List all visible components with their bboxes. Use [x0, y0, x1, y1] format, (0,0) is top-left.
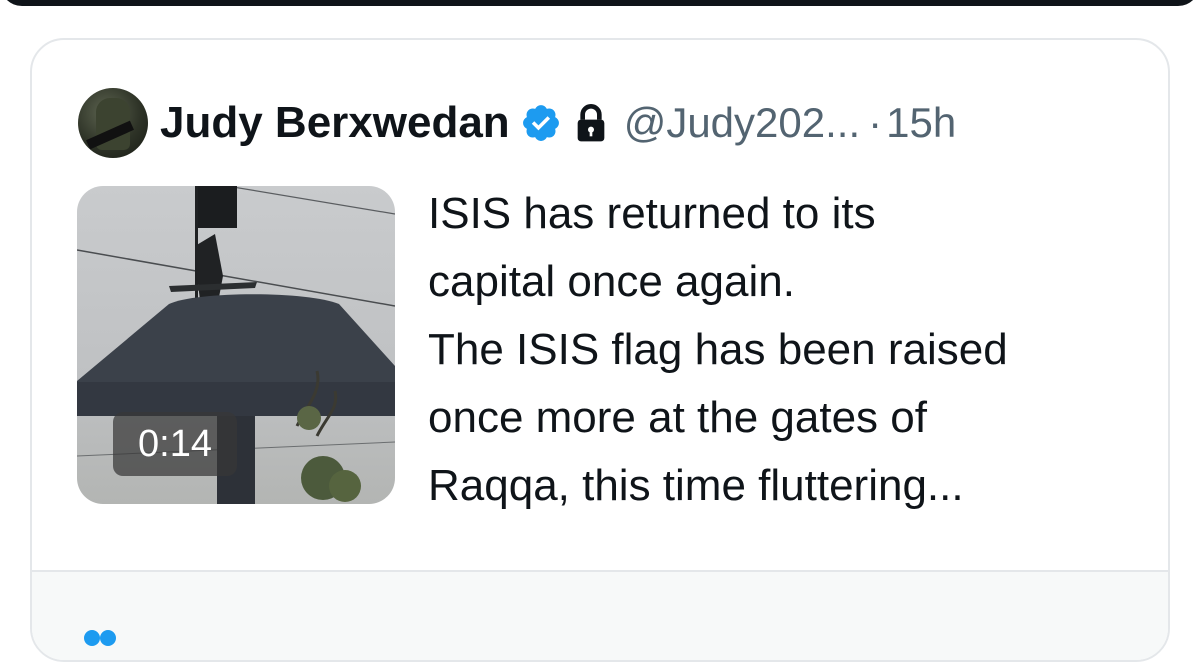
quoted-tweet-card[interactable]: Judy Berxwedan @Judy202... · 15h 0:14 IS… [30, 38, 1170, 662]
tweet-text: ISIS has returned to its capital once ag… [428, 180, 1148, 520]
card-footer[interactable] [32, 570, 1168, 660]
separator-dot: · [868, 99, 883, 146]
tweet-text-line: once more at the gates of [428, 393, 927, 442]
video-thumbnail[interactable]: 0:14 [77, 186, 395, 504]
video-duration-badge: 0:14 [113, 412, 237, 476]
lock-icon [577, 104, 605, 142]
author-avatar[interactable] [78, 88, 148, 158]
tweet-text-line: The ISIS flag has been raised [428, 325, 1008, 374]
tweet-header: Judy Berxwedan @Judy202... · 15h [78, 88, 956, 158]
people-icon [84, 630, 116, 646]
verified-badge-icon [522, 105, 559, 141]
tweet-text-line: capital once again. [428, 257, 795, 306]
tweet-timestamp[interactable]: 15h [886, 99, 956, 147]
tweet-text-line: Raqqa, this time fluttering... [428, 461, 964, 510]
author-handle[interactable]: @Judy202... [624, 99, 860, 147]
author-display-name[interactable]: Judy Berxwedan [160, 98, 510, 148]
previous-media-edge [0, 0, 1200, 6]
tweet-text-line: ISIS has returned to its [428, 189, 876, 238]
